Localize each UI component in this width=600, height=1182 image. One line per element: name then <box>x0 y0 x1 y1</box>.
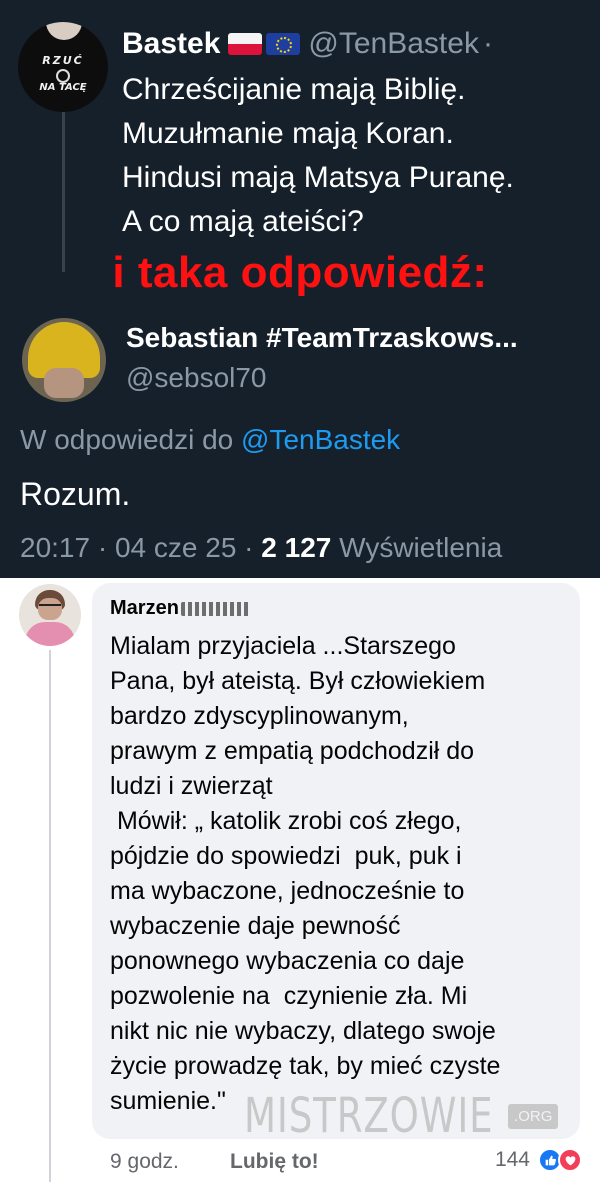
meta-separator: · <box>236 532 262 563</box>
comment-line: nikt nic nie wybaczy, dlatego swoje <box>110 1017 496 1045</box>
comment-line: wybaczenie daje pewność <box>110 912 401 940</box>
flag-poland-icon <box>228 33 263 55</box>
meta-separator: · <box>90 532 115 563</box>
reply-time[interactable]: 20:17 <box>20 532 90 563</box>
views-label: Wyświetlenia <box>339 532 503 563</box>
tweet-body: Chrześcijanie mają Biblię. Muzułmanie ma… <box>122 68 592 244</box>
tweet-author-name[interactable]: Bastek <box>122 27 220 61</box>
overlay-caption: i taka odpowiedź: <box>112 248 488 297</box>
tweet-screenshot: RZUĆ NA TACĘ Bastek @TenBastek · Chrześc… <box>0 0 600 578</box>
site-watermark: MISTRZOWIE .ORG <box>244 1088 559 1144</box>
reply-author-name[interactable]: Sebastian #TeamTrzaskows... <box>126 322 518 354</box>
reply-date[interactable]: 04 cze 25 <box>115 532 236 563</box>
tweet-header: Bastek @TenBastek · <box>122 26 493 62</box>
comment-line: Mówił: „ katolik zrobi coś złego, <box>110 807 462 835</box>
views-count: 2 127 <box>261 532 332 563</box>
comment-line: życie prowadzę tak, by mieć czyste <box>110 1052 501 1080</box>
watermark-suffix: .ORG <box>508 1103 559 1129</box>
redacted-name-mark <box>180 601 251 616</box>
separator-dot: · <box>482 27 493 60</box>
comment-line: ponownego wybaczenia co daje <box>110 947 465 975</box>
comment-line: Mialam przyjaciela ...Starszego <box>110 632 456 660</box>
comment-line: pójdzie do spowiedzi puk, puk i <box>110 842 462 870</box>
avatar-shirt-text-top: RZUĆ <box>42 54 84 67</box>
comment-line: Pana, był ateistą. Był człowiekiem <box>110 667 486 695</box>
commenter-avatar[interactable] <box>19 584 81 646</box>
reactions-summary[interactable]: 144 <box>495 1148 582 1172</box>
like-button[interactable]: Lubię to! <box>230 1150 319 1174</box>
comment-line: pozwolenie na czynienie zła. Mi <box>110 982 468 1010</box>
reply-to-link[interactable]: @TenBastek <box>241 424 400 455</box>
comment-author[interactable]: Marzen <box>110 597 251 620</box>
comment-timestamp[interactable]: 9 godz. <box>110 1150 179 1174</box>
reply-context: W odpowiedzi do @TenBastek <box>20 424 400 456</box>
comment-line: prawym z empatią podchodził do <box>110 737 475 765</box>
comment-line: ludzi i zwierząt <box>110 772 273 800</box>
tweet-line: Muzułmanie mają Koran. <box>122 117 454 150</box>
bastek-avatar[interactable]: RZUĆ NA TACĘ <box>18 22 108 112</box>
sebastian-avatar[interactable] <box>22 318 106 402</box>
reply-author-handle[interactable]: @sebsol70 <box>126 362 267 394</box>
flag-eu-icon <box>266 33 301 55</box>
comment-bubble: Marzen Mialam przyjaciela ...Starszego P… <box>92 583 580 1139</box>
watermark-text: MISTRZOWIE <box>244 1088 494 1144</box>
avatar-shirt-text-bottom: NA TACĘ <box>39 82 87 93</box>
reply-context-label: W odpowiedzi do <box>20 424 242 455</box>
tweet-line: A co mają ateiści? <box>122 205 364 238</box>
tweet-author-handle[interactable]: @TenBastek <box>308 27 479 61</box>
love-reaction-icon <box>558 1148 582 1172</box>
comment-thread-line <box>49 650 51 1182</box>
comment-author-name[interactable]: Marzen <box>110 597 179 620</box>
reaction-count: 144 <box>494 1148 530 1171</box>
grenade-icon <box>56 69 70 83</box>
tweet-line: Chrześcijanie mają Biblię. <box>122 73 466 106</box>
comment-line: ma wybaczone, jednocześnie to <box>110 877 465 905</box>
reply-meta: 20:17 · 04 cze 25 · 2 127 Wyświetlenia <box>20 532 502 564</box>
comment-text: Mialam przyjaciela ...Starszego Pana, by… <box>110 629 570 1119</box>
tweet-line: Hindusi mają Matsya Puranę. <box>122 161 514 194</box>
comment-line: bardzo zdyscyplinowanym, <box>110 702 409 730</box>
reply-body: Rozum. <box>20 476 131 512</box>
